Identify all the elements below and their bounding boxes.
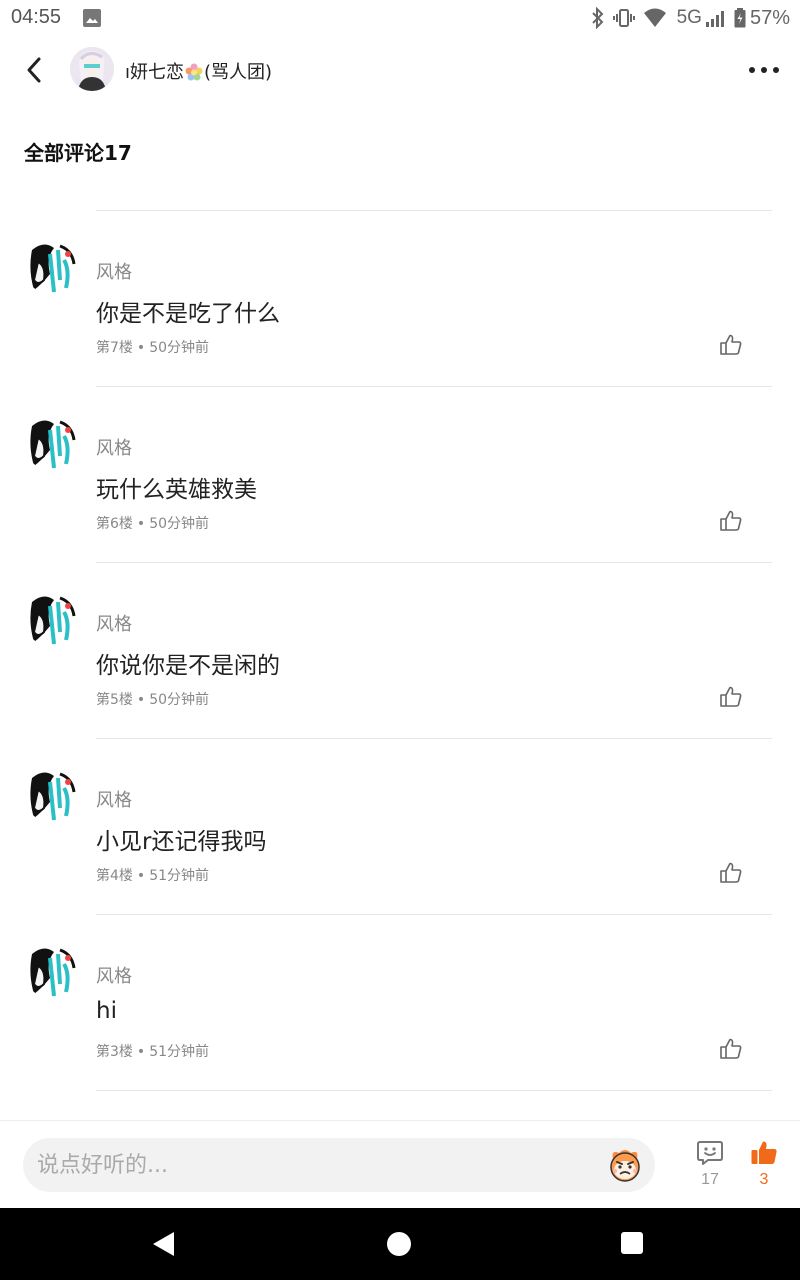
bluetooth-icon: [591, 7, 605, 29]
comment-meta: 第7楼 • 50分钟前: [96, 337, 209, 357]
network-type: 5G: [676, 7, 702, 28]
back-arrow-icon: [27, 57, 41, 83]
comment-count: 17: [701, 1171, 719, 1188]
system-nav-bar: [0, 1208, 800, 1280]
comment-content: 玩什么英雄救美: [96, 477, 257, 503]
status-bar: 04:55 5G 57%: [0, 0, 800, 36]
like-button[interactable]: [716, 1034, 746, 1064]
vibrate-icon: [612, 8, 635, 28]
comment-time: 51分钟前: [149, 868, 210, 884]
comment-floor: 第4楼: [96, 868, 133, 884]
thumbs-up-icon: [720, 686, 742, 707]
comment-bubble-icon: [697, 1141, 723, 1165]
comment-time: 50分钟前: [149, 340, 210, 356]
comment-username[interactable]: 风格: [96, 258, 132, 284]
nav-back-icon: [153, 1232, 174, 1256]
like-button[interactable]: [716, 682, 746, 712]
meta-separator: •: [136, 868, 146, 884]
comment-input-bar: 17 3: [0, 1120, 800, 1208]
user-avatar[interactable]: [24, 768, 78, 822]
back-button[interactable]: [14, 50, 54, 90]
comment-list: 风格 你是不是吃了什么 第7楼 • 50分钟前 风格 玩什么英雄救美 第6楼 • 50分…: [0, 211, 800, 1091]
user-avatar[interactable]: [24, 592, 78, 646]
comment-item[interactable]: 风格 玩什么英雄救美 第6楼 • 50分钟前: [0, 387, 800, 563]
header-title-prefix: ı妍七恋: [125, 62, 185, 83]
meta-separator: •: [136, 516, 146, 532]
comment-floor: 第6楼: [96, 516, 133, 532]
more-dots-icon: [749, 67, 779, 73]
user-avatar[interactable]: [24, 944, 78, 998]
comment-username[interactable]: 风格: [96, 610, 132, 636]
like-button[interactable]: [716, 858, 746, 888]
emoji-button[interactable]: [605, 1145, 645, 1185]
like-button[interactable]: [716, 330, 746, 360]
header-title-suffix: (骂人团): [204, 62, 273, 83]
comment-meta: 第3楼 • 51分钟前: [96, 1041, 209, 1061]
meta-separator: •: [136, 692, 146, 708]
meta-separator: •: [136, 340, 146, 356]
thumbs-up-icon: [720, 510, 742, 531]
user-avatar[interactable]: [24, 240, 78, 294]
comment-input[interactable]: [37, 1138, 597, 1192]
thumbs-up-filled-icon: [751, 1141, 777, 1164]
status-time: 04:55: [11, 6, 62, 28]
comment-content: 你是不是吃了什么: [96, 301, 280, 327]
header-avatar[interactable]: [70, 47, 114, 91]
comment-meta: 第6楼 • 50分钟前: [96, 513, 209, 533]
comment-floor: 第3楼: [96, 1044, 133, 1060]
comment-content: 小见r还记得我吗: [96, 829, 267, 855]
user-avatar[interactable]: [24, 416, 78, 470]
comment-meta: 第4楼 • 51分钟前: [96, 865, 209, 885]
comment-item[interactable]: 风格 你是不是吃了什么 第7楼 • 50分钟前: [0, 211, 800, 387]
emoji-face-icon: [610, 1150, 640, 1182]
signal-icon: [705, 9, 726, 27]
battery-icon: [734, 8, 746, 28]
divider: [96, 1090, 772, 1091]
image-icon: [83, 9, 101, 31]
nav-home-button[interactable]: [387, 1232, 411, 1256]
thumbs-up-icon: [720, 1038, 742, 1059]
comment-content: 你说你是不是闲的: [96, 653, 280, 679]
comment-item[interactable]: 风格 你说你是不是闲的 第5楼 • 50分钟前: [0, 563, 800, 739]
comment-input-container[interactable]: [23, 1138, 655, 1192]
comment-floor: 第7楼: [96, 340, 133, 356]
comment-item[interactable]: 风格 hi 第3楼 • 51分钟前: [0, 915, 800, 1091]
like-count: 3: [759, 1171, 769, 1188]
like-count-button[interactable]: 3: [744, 1139, 784, 1195]
like-button[interactable]: [716, 506, 746, 536]
comment-time: 50分钟前: [149, 692, 210, 708]
comment-username[interactable]: 风格: [96, 962, 132, 988]
comment-content: hi: [96, 998, 117, 1024]
thumbs-up-icon: [720, 334, 742, 355]
comment-time: 50分钟前: [149, 516, 210, 532]
header: ı妍七恋 (骂人团): [0, 36, 800, 104]
comment-floor: 第5楼: [96, 692, 133, 708]
comment-username[interactable]: 风格: [96, 434, 132, 460]
comment-item[interactable]: 风格 小见r还记得我吗 第4楼 • 51分钟前: [0, 739, 800, 915]
header-title: ı妍七恋 (骂人团): [125, 58, 272, 84]
thumbs-up-icon: [720, 862, 742, 883]
nav-recents-button[interactable]: [621, 1232, 643, 1254]
battery-percent: 57%: [749, 6, 790, 29]
meta-separator: •: [136, 1044, 146, 1060]
nav-back-button[interactable]: [150, 1230, 176, 1262]
wifi-icon: [643, 8, 667, 28]
flower-emoji-icon: [185, 63, 203, 81]
comment-time: 51分钟前: [149, 1044, 210, 1060]
section-title: 全部评论17: [24, 141, 132, 165]
more-button[interactable]: [746, 54, 782, 86]
comment-username[interactable]: 风格: [96, 786, 132, 812]
comment-count-button[interactable]: 17: [690, 1139, 730, 1195]
status-icons: 5G 57%: [591, 6, 790, 30]
comment-meta: 第5楼 • 50分钟前: [96, 689, 209, 709]
